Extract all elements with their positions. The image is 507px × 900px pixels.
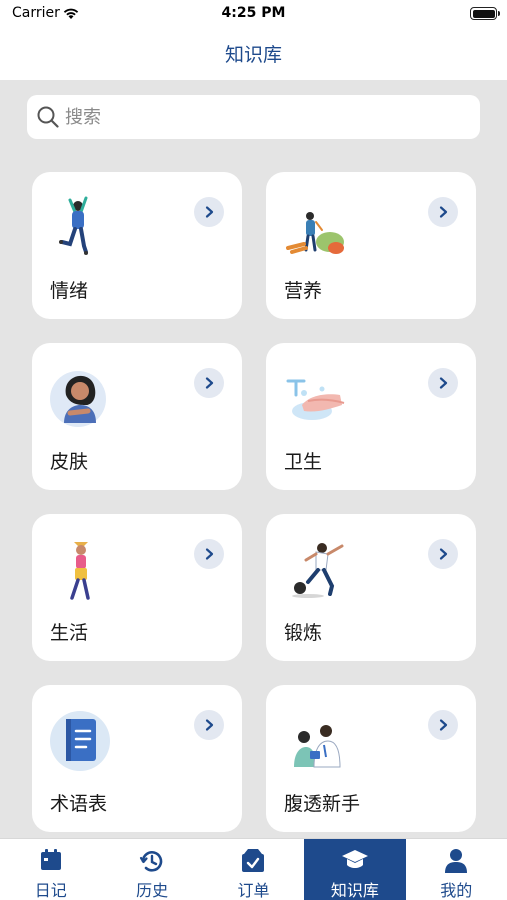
graduation-cap-icon (341, 850, 368, 868)
tab-label: 日记 (34, 881, 67, 900)
chevron-right-icon[interactable] (428, 368, 458, 398)
tab-profile[interactable]: 我的 (406, 839, 507, 900)
nav-bar: 知识库 (0, 28, 507, 80)
card-label: 皮肤 (50, 451, 89, 473)
page-title: 知识库 (224, 44, 282, 66)
vegetables-illustration (286, 212, 344, 254)
soccer-player-illustration (292, 543, 344, 598)
chevron-right-icon[interactable] (428, 539, 458, 569)
search-input[interactable] (65, 95, 465, 139)
chevron-right-icon[interactable] (194, 368, 224, 398)
walking-woman-illustration (70, 542, 90, 600)
status-time: 4:25 PM (221, 5, 286, 21)
book-illustration (50, 711, 110, 771)
card-lifestyle[interactable]: 生活 (32, 514, 242, 661)
chevron-right-icon[interactable] (194, 710, 224, 740)
history-clock-icon (139, 851, 163, 872)
card-glossary[interactable]: 术语表 (32, 685, 242, 832)
card-label: 腹透新手 (284, 793, 361, 815)
tab-label: 知识库 (330, 881, 379, 900)
chevron-right-icon[interactable] (194, 539, 224, 569)
card-label: 锻炼 (284, 622, 323, 644)
chevron-right-icon[interactable] (428, 197, 458, 227)
status-bar: Carrier 4:25 PM (0, 0, 507, 28)
tab-label: 订单 (237, 881, 270, 900)
card-exercise[interactable]: 锻炼 (266, 514, 476, 661)
card-hygiene[interactable]: 卫生 (266, 343, 476, 490)
tab-knowledge[interactable]: 知识库 (304, 839, 406, 900)
card-label: 卫生 (284, 451, 323, 473)
card-pd-beginner[interactable]: 腹透新手 (266, 685, 476, 832)
hand-washing-illustration (286, 379, 345, 420)
tab-bar: 日记 历史 订单 知识库 我的 (0, 838, 507, 900)
order-box-icon (242, 849, 265, 872)
card-label: 术语表 (50, 793, 108, 815)
card-skin[interactable]: 皮肤 (32, 343, 242, 490)
jumping-person-illustration (59, 196, 88, 255)
card-nutrition[interactable]: 营养 (266, 172, 476, 319)
search-box[interactable] (27, 95, 480, 139)
tab-history[interactable]: 历史 (101, 839, 202, 900)
tab-label: 我的 (440, 881, 473, 900)
search-icon (37, 106, 59, 128)
tab-diary[interactable]: 日记 (0, 839, 101, 900)
battery-icon (470, 7, 500, 20)
calendar-icon (40, 849, 61, 870)
tab-label: 历史 (136, 881, 169, 900)
woman-skin-illustration (50, 371, 106, 427)
tab-orders[interactable]: 订单 (203, 839, 304, 900)
chevron-right-icon[interactable] (194, 197, 224, 227)
chevron-right-icon[interactable] (428, 710, 458, 740)
card-label: 营养 (284, 280, 323, 302)
person-icon (445, 849, 468, 873)
card-label: 生活 (50, 622, 89, 644)
card-emotion[interactable]: 情绪 (32, 172, 242, 319)
card-label: 情绪 (50, 280, 89, 302)
doctor-patient-illustration (294, 725, 341, 768)
